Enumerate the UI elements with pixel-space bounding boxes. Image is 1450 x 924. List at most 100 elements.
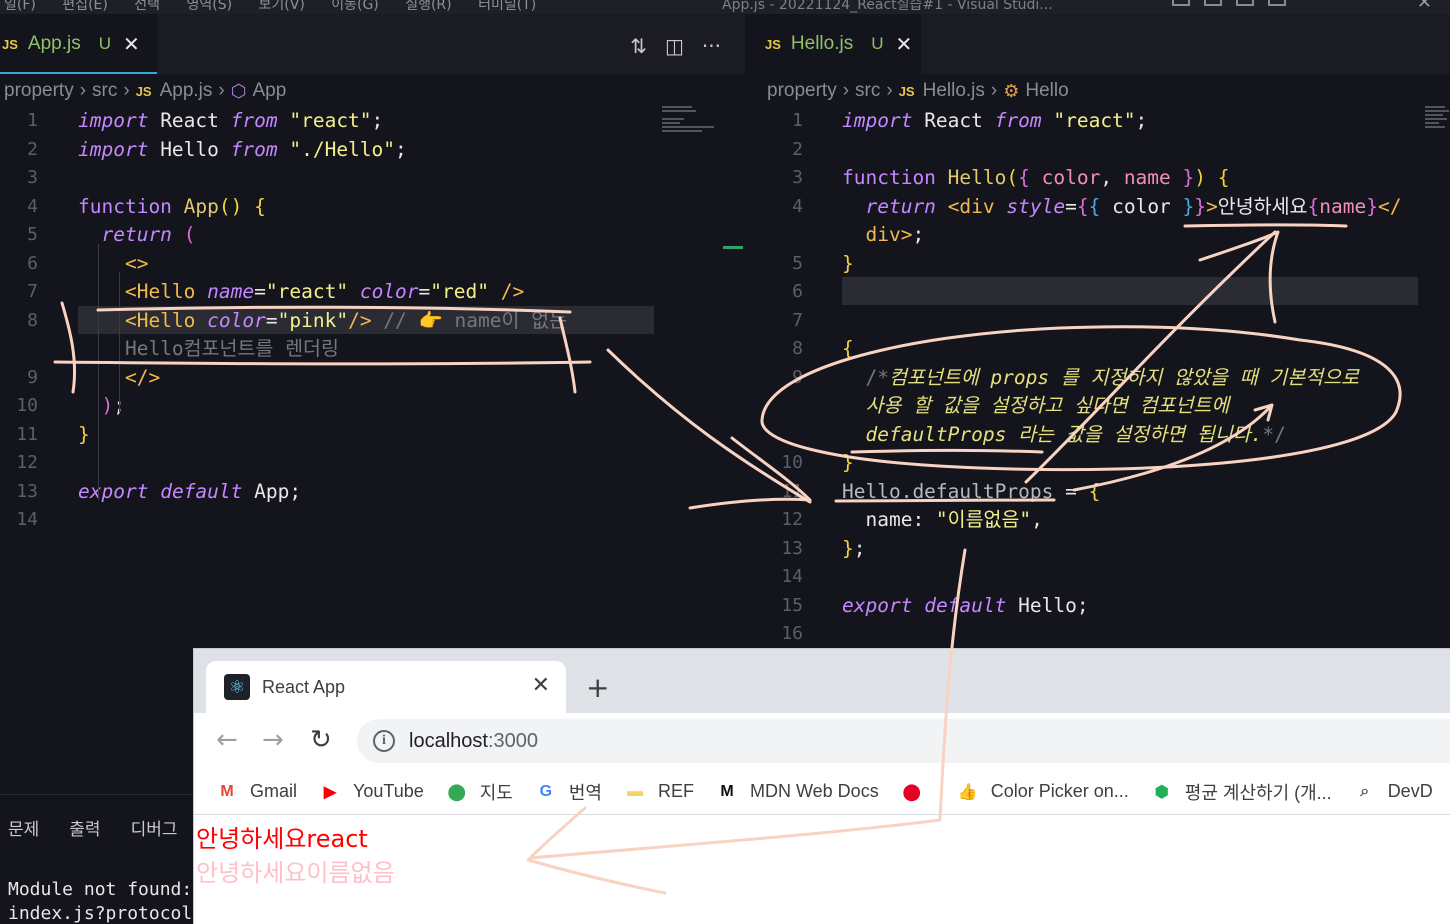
code-token: "react" [1053, 109, 1136, 132]
code-line[interactable]: 3 [0, 163, 745, 192]
code-token: default [924, 593, 1007, 617]
layout-icon[interactable] [1268, 0, 1286, 6]
menu-items[interactable]: 일(F) 편집(E) 선택 영역(S) 보기(V) 이동(G) 실행(R) 터미… [4, 0, 536, 14]
site-info-icon[interactable]: i [373, 730, 395, 752]
layout-icon[interactable] [1172, 0, 1190, 6]
layout-icon[interactable] [1236, 0, 1254, 6]
code-line[interactable]: 2 [745, 135, 1450, 164]
bookmark-item[interactable]: 👍 Color Picker on... [957, 781, 1129, 803]
more-actions-icon[interactable]: ··· [702, 34, 721, 58]
code-line[interactable]: 7 [745, 306, 1450, 335]
code-line[interactable]: 12 name: "이름없음", [745, 505, 1450, 534]
code-text: import React from "react"; [842, 106, 1147, 135]
breadcrumb-item[interactable]: Hello.js [923, 80, 985, 102]
code-token: import [78, 137, 149, 161]
code-line[interactable]: 3 function Hello({ color, name }) { [745, 163, 1450, 192]
tab-app-js[interactable]: JS App.js U ✕ [0, 14, 157, 74]
close-icon[interactable]: ✕ [896, 32, 913, 57]
code-line[interactable]: 10 ); [0, 391, 745, 420]
code-token: /> [500, 280, 525, 303]
code-line[interactable]: 사용 할 값을 설정하고 싶다면 컴포넌트에 [745, 391, 1450, 420]
tab-debug-console[interactable]: 디버그 [131, 815, 178, 840]
reload-icon[interactable]: ↻ [310, 725, 332, 755]
code-line[interactable]: 8{ [745, 334, 1450, 363]
code-line[interactable]: 14 [0, 505, 745, 534]
bookmark-item[interactable]: ⬢ 평균 계산하기 (개... [1151, 779, 1332, 805]
code-token: from [230, 109, 278, 132]
breadcrumb-item[interactable]: property [4, 80, 74, 102]
breadcrumb-item[interactable]: src [855, 80, 880, 102]
code-token: name: [842, 508, 936, 531]
window-close-icon[interactable]: ✕ [1417, 0, 1432, 13]
code-line[interactable]: 11 Hello.defaultProps = { [745, 477, 1450, 506]
layout-icon[interactable] [1204, 0, 1222, 6]
code-token: ( [183, 223, 196, 246]
breadcrumb-item[interactable]: Hello [1025, 80, 1068, 102]
address-bar[interactable]: i localhost:3000 [357, 719, 1450, 763]
code-line[interactable]: 8 <Hello color="pink"/> // 👉 name이 없는 [0, 305, 745, 335]
code-line[interactable]: 2 import Hello from "./Hello"; [0, 135, 745, 164]
browser-tab[interactable]: ⚛ React App ✕ [206, 661, 566, 713]
code-line[interactable]: 14 [745, 562, 1450, 591]
new-tab-icon[interactable]: + [586, 671, 609, 704]
tab-problems[interactable]: 문제 [8, 815, 39, 840]
bookmark-item[interactable]: ⬤ [901, 781, 935, 803]
breadcrumb-item[interactable]: property [767, 80, 837, 102]
breadcrumb-item[interactable]: App [252, 80, 286, 102]
minimap[interactable] [1425, 106, 1449, 146]
breadcrumb-item[interactable]: App.js [160, 80, 213, 102]
close-tab-icon[interactable]: ✕ [532, 673, 550, 698]
code-line[interactable]: 13}; [745, 534, 1450, 563]
minimap[interactable] [662, 106, 722, 146]
code-line[interactable]: 9 /*컴포넌트에 props 를 지정하지 않았을 때 기본적으로 [745, 363, 1450, 392]
code-token: ; [371, 109, 384, 132]
bookmark-item[interactable]: M Gmail [216, 781, 297, 803]
code-token: <Hello [124, 308, 196, 332]
tab-hello-js[interactable]: JS Hello.js U ✕ [745, 14, 921, 74]
code-line[interactable]: 7 <Hello name="react" color="red" /> [0, 277, 745, 306]
code-line[interactable]: 16 [745, 619, 1450, 648]
code-line[interactable]: 12 [0, 448, 745, 477]
bookmark-item[interactable]: ▬ REF [624, 781, 694, 803]
compare-changes-icon[interactable]: ⇅ [630, 34, 647, 58]
bookmark-label: DevD [1387, 781, 1433, 801]
close-icon[interactable]: ✕ [123, 32, 140, 57]
breadcrumb-item[interactable]: src [92, 80, 117, 102]
bookmark-item[interactable]: M MDN Web Docs [716, 781, 878, 803]
split-editor-icon[interactable]: ◫ [665, 34, 684, 58]
code-token: <> [124, 251, 149, 275]
terminal-line: index.js?protocol=w [8, 903, 214, 924]
tab-output[interactable]: 출력 [69, 815, 100, 840]
code-line[interactable]: 1 import React from "react"; [745, 106, 1450, 135]
code-line[interactable]: 4 function App() { [0, 192, 745, 221]
code-line[interactable]: 5} [745, 249, 1450, 278]
code-line[interactable]: 11} [0, 420, 745, 449]
bookmark-item[interactable]: ⌕ DevD [1354, 781, 1433, 803]
code-line[interactable]: 5 return ( [0, 220, 745, 249]
code-line[interactable]: 1 import React from "react"; [0, 106, 745, 135]
code-line[interactable]: 15 export default Hello; [745, 591, 1450, 620]
code-line[interactable]: 13 export default App; [0, 477, 745, 506]
layout-controls[interactable] [1172, 0, 1286, 6]
bookmark-item[interactable]: ⬤ 지도 [446, 779, 513, 805]
code-line[interactable]: defaultProps 라는 값을 설정하면 됩니다.*/ [745, 420, 1450, 449]
bookmark-item[interactable]: G 번역 [535, 779, 602, 805]
bookmark-item[interactable]: ▶ YouTube [319, 781, 424, 803]
code-line[interactable]: 6 <> [0, 249, 745, 278]
code-line[interactable]: 6 [745, 277, 1450, 306]
code-line[interactable]: 4 return <div style={{ color }}>안녕하세요{na… [745, 192, 1450, 221]
code-line[interactable]: 9 </> [0, 363, 745, 392]
url-text[interactable]: localhost:3000 [409, 730, 538, 753]
code-line[interactable]: 10} [745, 448, 1450, 477]
panel-tabs: 문제 출력 디버그 [8, 815, 177, 840]
code-line[interactable]: Hello컴포넌트를 렌더링 [0, 334, 745, 363]
code-token: from [994, 109, 1042, 132]
forward-icon[interactable]: → [262, 725, 284, 755]
react-logo-icon: ⚛ [224, 674, 250, 700]
code-line[interactable]: div>; [745, 220, 1450, 249]
back-icon[interactable]: ← [216, 725, 238, 755]
code-token: React [148, 109, 231, 132]
